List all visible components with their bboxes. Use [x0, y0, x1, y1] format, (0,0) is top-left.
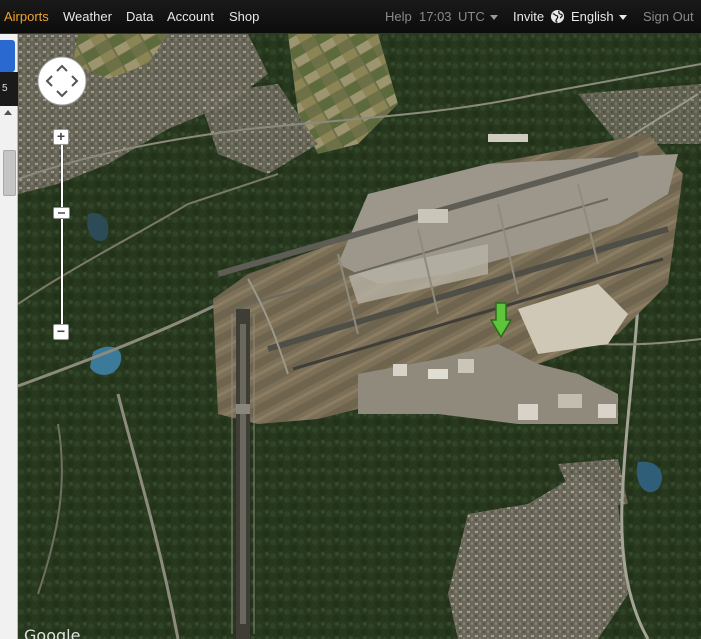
zoom-out-icon[interactable]: −	[53, 324, 69, 340]
panel-badge: 5	[0, 72, 18, 106]
pan-control-icon[interactable]	[37, 56, 87, 106]
zoom-slider-track[interactable]	[61, 140, 63, 330]
clock-time: 17:03	[419, 9, 452, 24]
map-attribution: Google	[24, 626, 81, 639]
language-dropdown[interactable]: English	[571, 0, 627, 34]
nav-weather[interactable]: Weather	[63, 0, 112, 34]
nav-airports[interactable]: Airports	[4, 0, 49, 34]
zoom-in-icon[interactable]: +	[53, 129, 69, 145]
location-marker-icon[interactable]	[490, 302, 512, 338]
sign-out-link[interactable]: Sign Out	[643, 0, 694, 34]
language-label: English	[571, 9, 614, 24]
nav-shop[interactable]: Shop	[229, 0, 259, 34]
scrollbar-thumb[interactable]	[3, 150, 16, 196]
nav-account[interactable]: Account	[167, 0, 214, 34]
zoom-slider-handle[interactable]	[53, 207, 70, 219]
globe-icon[interactable]	[550, 9, 565, 24]
satellite-map[interactable]: Google	[18, 34, 701, 639]
chevron-down-icon	[489, 15, 498, 21]
chevron-down-icon	[618, 15, 627, 21]
satellite-imagery	[18, 34, 701, 639]
nav-data[interactable]: Data	[126, 0, 153, 34]
timezone-label: UTC	[458, 9, 485, 24]
help-link[interactable]: Help	[385, 0, 412, 34]
invite-link[interactable]: Invite	[513, 0, 544, 34]
timezone-dropdown[interactable]: UTC	[458, 0, 498, 34]
marker-shape	[490, 302, 512, 338]
top-nav-bar: Airports Weather Data Account Shop Help …	[0, 0, 701, 34]
panel-toggle-tab[interactable]	[0, 40, 15, 72]
scroll-up-arrow-icon[interactable]	[4, 110, 12, 115]
left-side-panel: 5	[0, 34, 18, 639]
